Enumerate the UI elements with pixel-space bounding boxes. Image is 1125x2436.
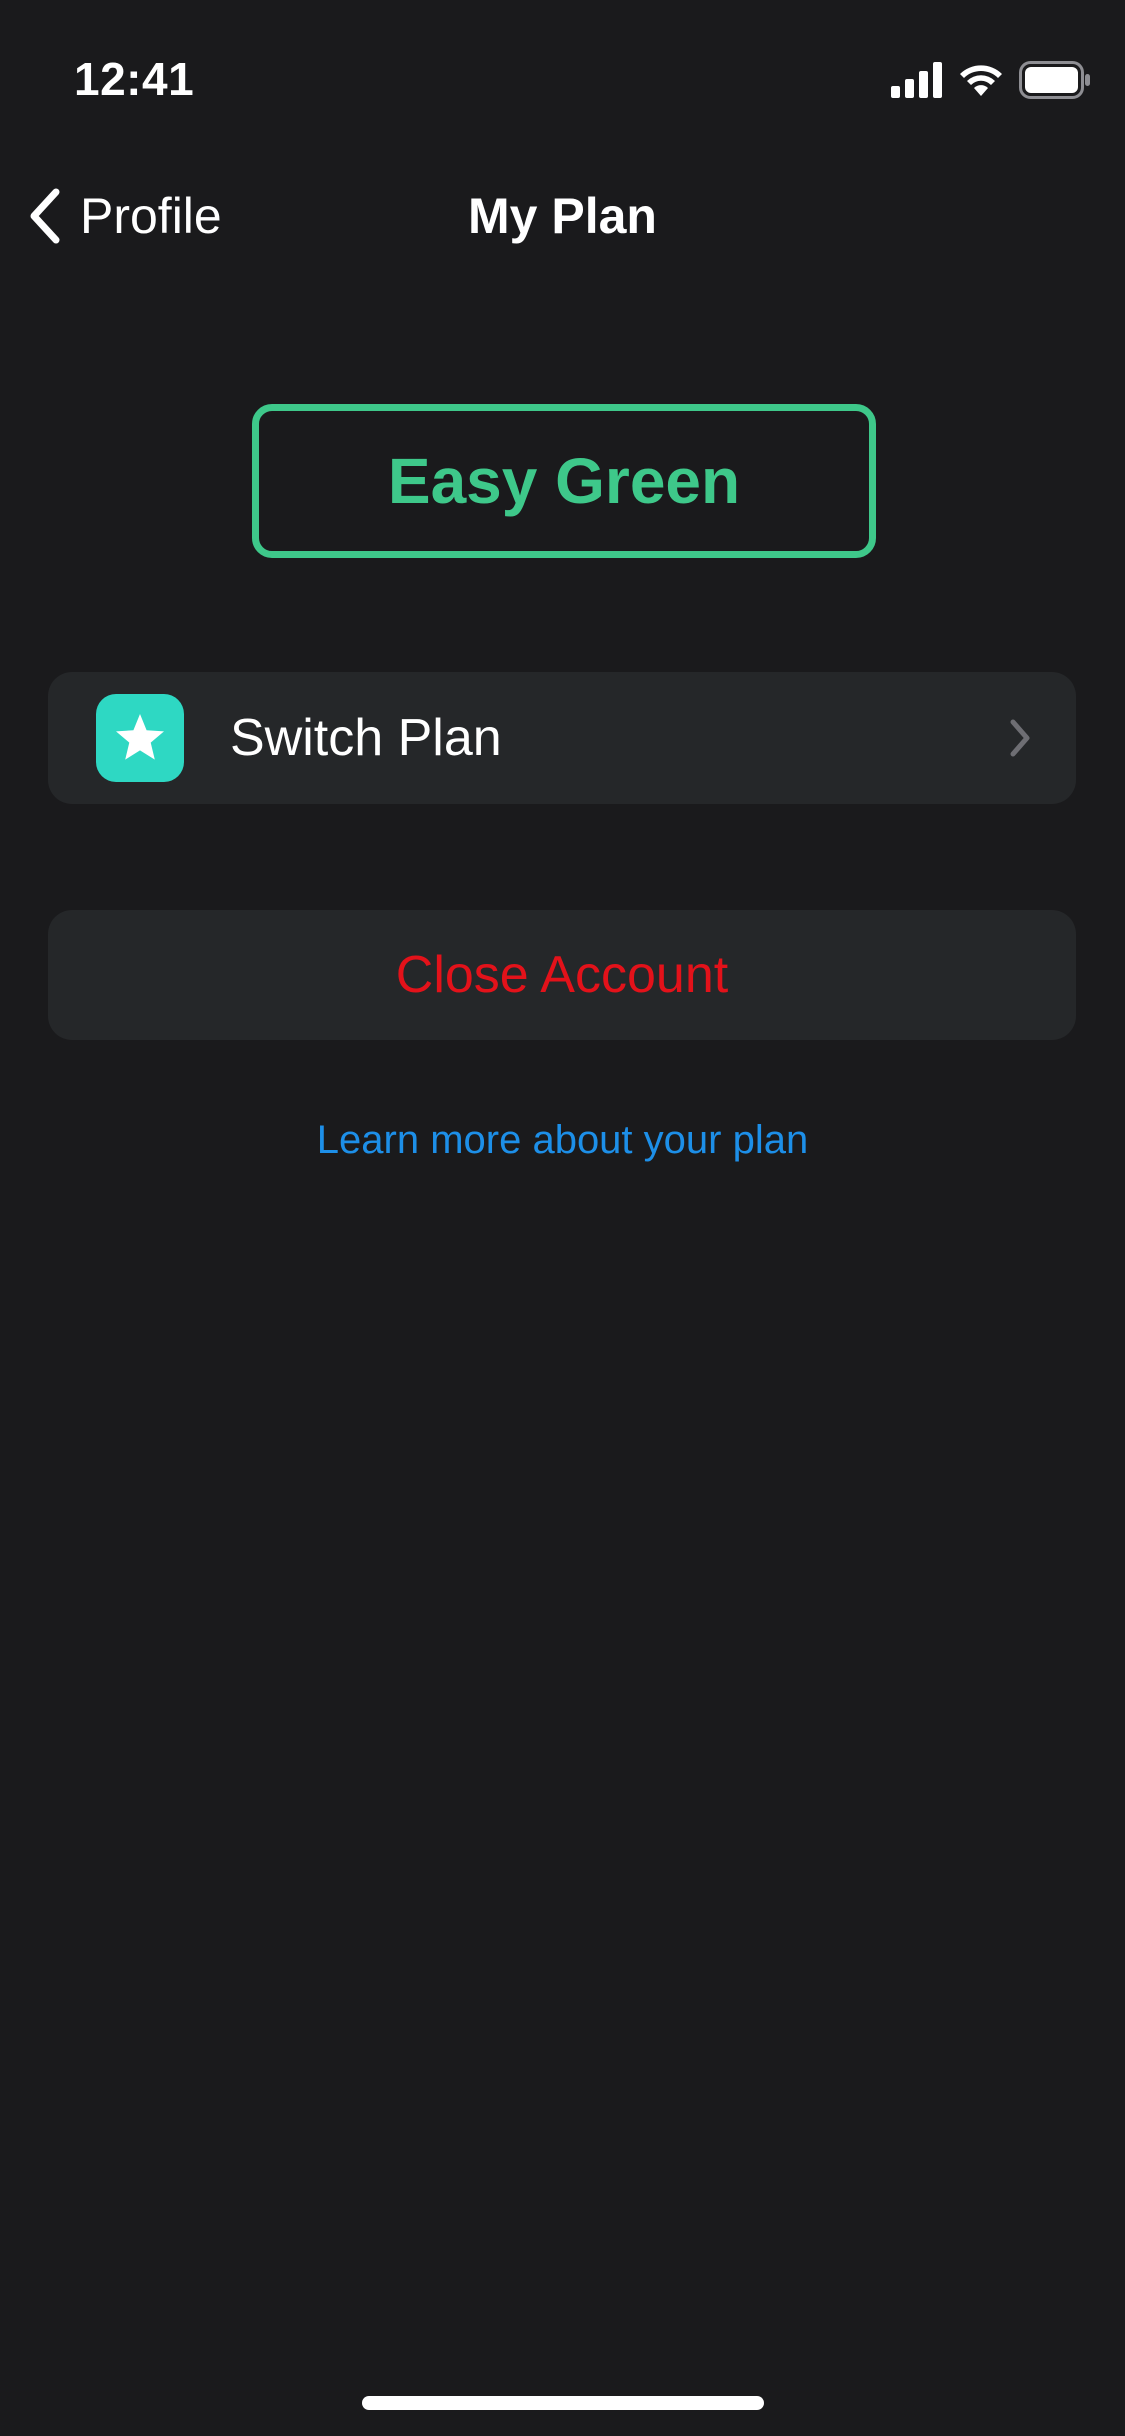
- star-icon: [116, 714, 164, 760]
- cellular-signal-icon: [891, 62, 942, 98]
- home-indicator[interactable]: [362, 2396, 764, 2410]
- switch-plan-row[interactable]: Switch Plan: [48, 672, 1076, 804]
- status-bar: 12:41: [0, 0, 1125, 150]
- chevron-right-icon: [1010, 719, 1030, 757]
- battery-icon: [1019, 61, 1090, 99]
- switch-plan-label: Switch Plan: [230, 709, 502, 767]
- navigation-bar: Profile My Plan: [0, 170, 1125, 262]
- status-icons: [891, 60, 1091, 100]
- switch-plan-icon-tile: [96, 694, 184, 782]
- plan-name: Easy Green: [387, 445, 741, 517]
- learn-more-link[interactable]: Learn more about your plan: [0, 1118, 1125, 1163]
- close-account-label: Close Account: [395, 946, 729, 1004]
- status-time: 12:41: [74, 53, 195, 105]
- close-account-button[interactable]: Close Account: [48, 910, 1076, 1040]
- page-title: My Plan: [468, 188, 657, 244]
- current-plan-badge: Easy Green: [252, 404, 876, 558]
- wifi-icon: [960, 65, 1002, 96]
